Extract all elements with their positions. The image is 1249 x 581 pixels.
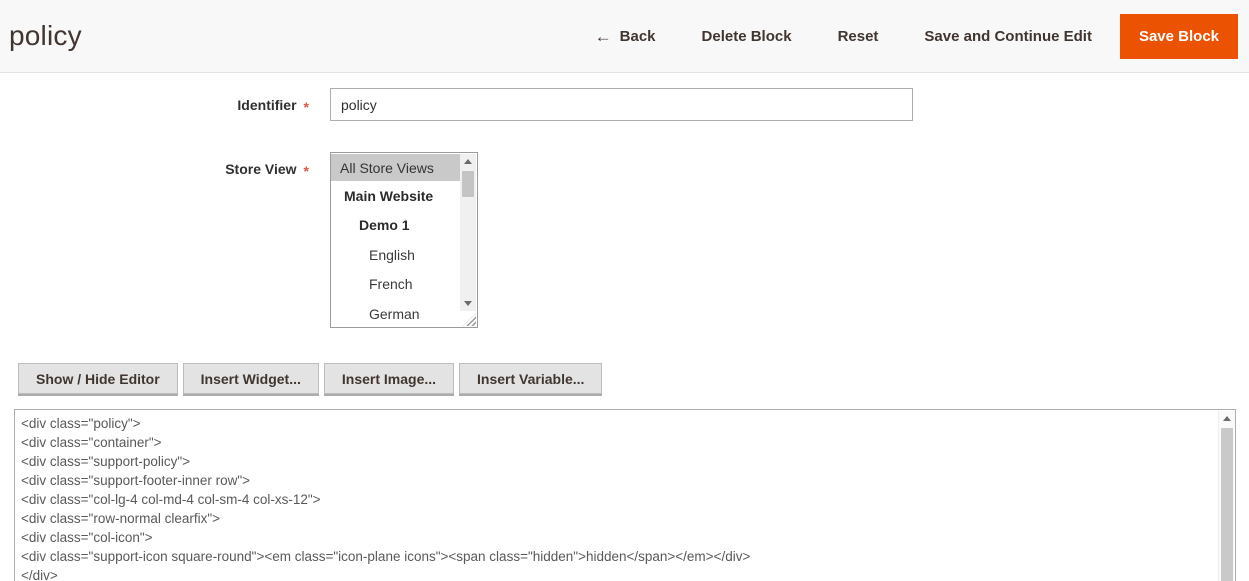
required-asterisk: * bbox=[304, 99, 309, 115]
identifier-label: Identifier bbox=[237, 97, 296, 113]
html-editor-content[interactable]: <div class="policy"> <div class="contain… bbox=[15, 410, 1216, 581]
identifier-input[interactable] bbox=[330, 88, 913, 121]
scroll-down-icon[interactable] bbox=[460, 296, 476, 311]
insert-image-button[interactable]: Insert Image... bbox=[324, 363, 454, 394]
reset-button[interactable]: Reset bbox=[838, 28, 879, 45]
store-view-option-french[interactable]: French bbox=[331, 270, 460, 300]
editor-toolbar: Show / Hide Editor Insert Widget... Inse… bbox=[18, 363, 1249, 394]
delete-block-button[interactable]: Delete Block bbox=[702, 28, 792, 45]
store-view-select[interactable]: All Store Views Main Website Demo 1 Engl… bbox=[330, 152, 478, 328]
store-view-option-main-website[interactable]: Main Website bbox=[331, 181, 460, 211]
insert-widget-button[interactable]: Insert Widget... bbox=[183, 363, 319, 394]
back-button-label: Back bbox=[620, 28, 656, 45]
store-view-scrollbar-thumb[interactable] bbox=[462, 171, 474, 197]
identifier-row: Identifier * bbox=[0, 88, 1249, 121]
identifier-label-cell: Identifier * bbox=[0, 97, 330, 113]
editor-scrollbar-thumb[interactable] bbox=[1221, 428, 1233, 581]
save-block-button[interactable]: Save Block bbox=[1120, 14, 1238, 59]
resize-grip-icon[interactable] bbox=[463, 313, 476, 326]
store-view-label: Store View bbox=[225, 161, 296, 177]
store-view-option-all-store-views[interactable]: All Store Views bbox=[331, 154, 460, 181]
back-button[interactable]: ← Back bbox=[595, 28, 656, 45]
editor-scrollbar[interactable] bbox=[1218, 411, 1234, 581]
page-title: policy bbox=[9, 20, 82, 52]
store-view-label-cell: Store View * bbox=[0, 152, 330, 177]
store-view-scrollbar[interactable] bbox=[460, 154, 476, 311]
header-text-actions: ← Back Delete Block Reset Save and Conti… bbox=[595, 28, 1092, 45]
editor-scroll-up-icon[interactable] bbox=[1219, 411, 1235, 426]
page-header: policy ← Back Delete Block Reset Save an… bbox=[0, 0, 1249, 73]
show-hide-editor-button[interactable]: Show / Hide Editor bbox=[18, 363, 178, 394]
back-arrow-icon: ← bbox=[595, 28, 612, 45]
save-and-continue-edit-button[interactable]: Save and Continue Edit bbox=[924, 28, 1092, 45]
store-view-option-english[interactable]: English bbox=[331, 240, 460, 270]
page-actions: ← Back Delete Block Reset Save and Conti… bbox=[595, 14, 1238, 59]
required-asterisk: * bbox=[304, 163, 309, 179]
store-view-option-german[interactable]: German bbox=[331, 299, 460, 329]
store-view-option-demo-1[interactable]: Demo 1 bbox=[331, 211, 460, 241]
insert-variable-button[interactable]: Insert Variable... bbox=[459, 363, 602, 394]
store-view-options: All Store Views Main Website Demo 1 Engl… bbox=[331, 154, 460, 327]
block-edit-form: Identifier * Store View * All Store View… bbox=[0, 88, 1249, 581]
html-editor-textarea[interactable]: <div class="policy"> <div class="contain… bbox=[14, 409, 1236, 581]
store-view-row: Store View * All Store Views Main Websit… bbox=[0, 152, 1249, 328]
scroll-up-icon[interactable] bbox=[460, 154, 476, 169]
